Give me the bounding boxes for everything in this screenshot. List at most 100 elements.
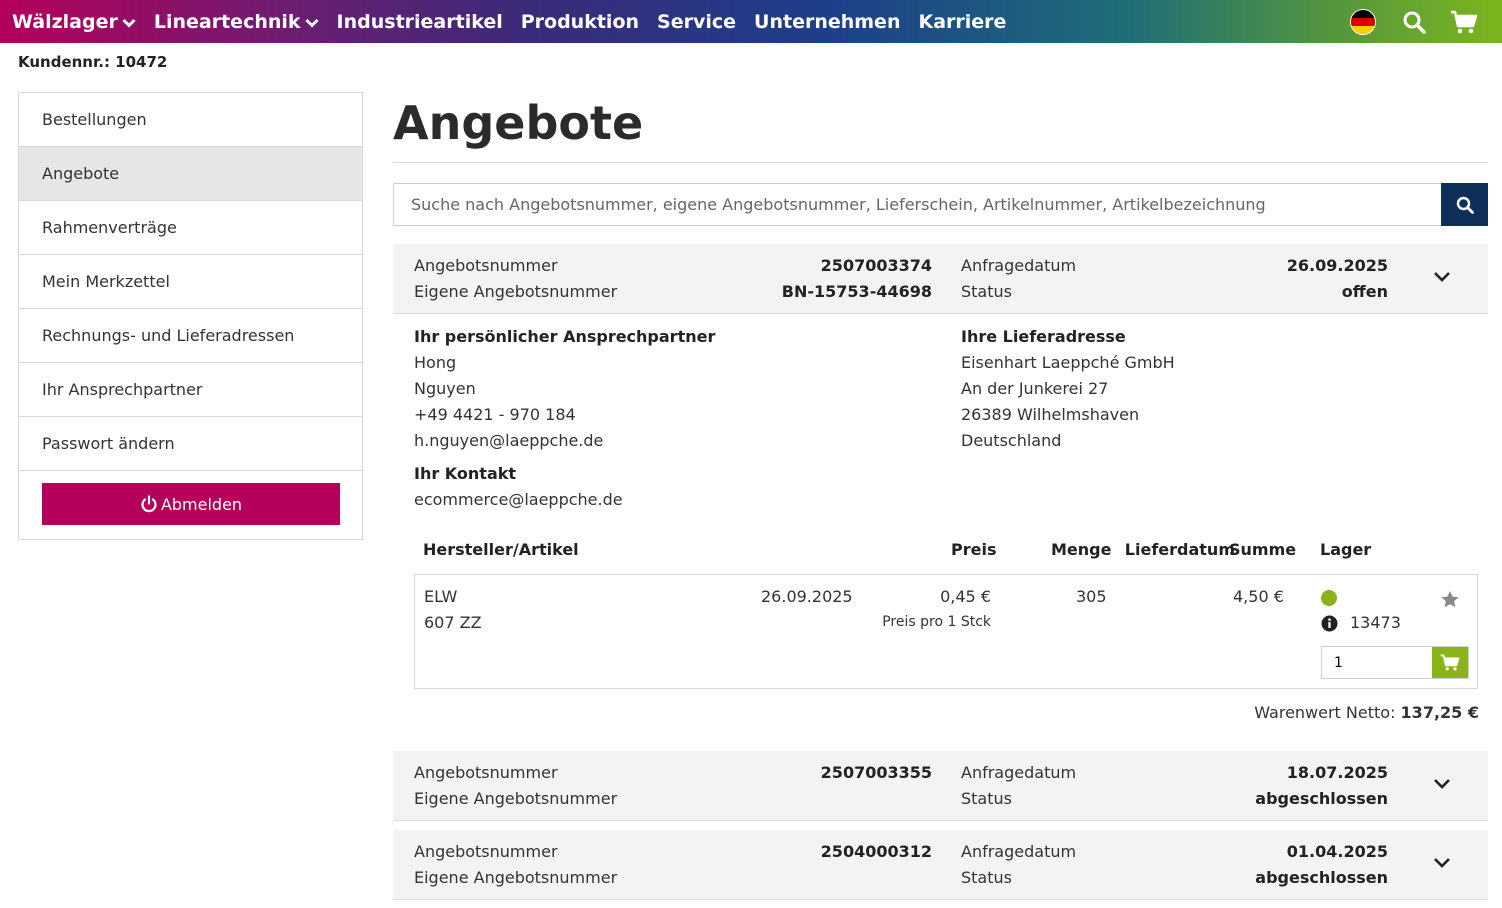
chevron-down-icon[interactable] — [1433, 268, 1451, 287]
search-icon — [1456, 196, 1474, 214]
account-sidebar: Bestellungen Angebote Rahmenverträge Mei… — [18, 92, 363, 540]
search-icon[interactable] — [1402, 10, 1426, 34]
offer-detail: Ihr persönlicher Ansprechpartner Hong Ng… — [393, 314, 1488, 751]
logout-button[interactable]: Abmelden — [42, 483, 340, 525]
kontakt-heading: Ihr Kontakt — [414, 464, 517, 483]
angebotsnummer-label: Angebotsnummer — [414, 842, 558, 861]
angebotsnummer-label: Angebotsnummer — [414, 256, 558, 275]
nav-waelzlager-label: Wälzlager — [12, 10, 118, 33]
status-label: Status — [961, 868, 1012, 887]
nav-unternehmen[interactable]: Unternehmen — [754, 11, 900, 33]
offer-header[interactable]: Angebotsnummer Eigene Angebotsnummer 250… — [393, 244, 1488, 314]
divider — [393, 162, 1488, 163]
address-city: 26389 Wilhelmshaven — [961, 405, 1140, 424]
offer-header[interactable]: Angebotsnummer Eigene Angebotsnummer 250… — [393, 751, 1488, 821]
star-icon[interactable] — [1440, 590, 1460, 613]
kontakt-email[interactable]: ecommerce@laeppche.de — [414, 490, 623, 509]
anfragedatum-value: 18.07.2025 — [1286, 763, 1388, 782]
netto-label: Warenwert Netto: — [1254, 703, 1396, 722]
status-label: Status — [961, 282, 1012, 301]
offer-header[interactable]: Angebotsnummer Eigene Angebotsnummer 250… — [393, 830, 1488, 900]
col-menge: Menge — [1051, 540, 1112, 559]
offer-card: Angebotsnummer Eigene Angebotsnummer 250… — [393, 751, 1488, 821]
chevron-down-icon[interactable] — [1433, 854, 1451, 873]
chevron-down-icon — [304, 11, 319, 33]
germany-flag-icon[interactable] — [1350, 8, 1376, 35]
col-summe: Summe — [1229, 540, 1297, 559]
row-preis: 0,45 € — [940, 587, 991, 606]
eigene-angebotsnummer-label: Eigene Angebotsnummer — [414, 868, 618, 887]
top-navigation: Wälzlager Lineartechnik Industrieartikel… — [0, 0, 1502, 43]
eigene-angebotsnummer-label: Eigene Angebotsnummer — [414, 282, 618, 301]
chevron-down-icon[interactable] — [1433, 775, 1451, 794]
sidebar-item-bestellungen[interactable]: Bestellungen — [19, 93, 362, 147]
nav-lineartechnik-label: Lineartechnik — [153, 10, 301, 33]
row-lieferdatum: 26.09.2025 — [761, 587, 853, 606]
angebotsnummer-value: 2504000312 — [820, 842, 932, 861]
sidebar-item-rahmenvertraege[interactable]: Rahmenverträge — [19, 201, 362, 255]
kontakt-block: Ihr Kontakt ecommerce@laeppche.de — [414, 461, 623, 513]
table-row: ELW 607 ZZ 26.09.2025 0,45 € Preis pro 1… — [414, 574, 1478, 689]
sidebar-item-adressen[interactable]: Rechnungs- und Lieferadressen — [19, 309, 362, 363]
nav-produktion[interactable]: Produktion — [521, 11, 639, 33]
nav-waelzlager[interactable]: Wälzlager — [12, 11, 136, 33]
add-to-cart-button[interactable] — [1432, 647, 1468, 678]
nav-service[interactable]: Service — [657, 11, 736, 33]
contact-email[interactable]: h.nguyen@laeppche.de — [414, 431, 603, 450]
anfragedatum-value: 26.09.2025 — [1286, 256, 1388, 275]
contact-heading: Ihr persönlicher Ansprechpartner — [414, 327, 716, 346]
row-hersteller: ELW — [424, 587, 458, 606]
col-preis: Preis — [951, 540, 997, 559]
address-heading: Ihre Lieferadresse — [961, 327, 1126, 346]
status-label: Status — [961, 789, 1012, 808]
search-input[interactable] — [394, 184, 1441, 225]
anfragedatum-value: 01.04.2025 — [1286, 842, 1388, 861]
address-street: An der Junkerei 27 — [961, 379, 1109, 398]
angebotsnummer-value: 2507003374 — [820, 256, 932, 275]
power-icon — [141, 495, 157, 513]
sidebar-item-passwort[interactable]: Passwort ändern — [19, 417, 362, 471]
col-lieferdatum: Lieferdatum — [1124, 540, 1235, 559]
anfragedatum-label: Anfragedatum — [961, 256, 1077, 275]
col-artikel: Hersteller/Artikel — [423, 540, 579, 559]
anfragedatum-label: Anfragedatum — [961, 842, 1077, 861]
stock-status-dot — [1321, 590, 1337, 606]
offer-card: Angebotsnummer Eigene Angebotsnummer 250… — [393, 830, 1488, 900]
eigene-angebotsnummer-value: BN-15753-44698 — [781, 282, 932, 301]
contact-last-name: Nguyen — [414, 379, 476, 398]
netto-total: Warenwert Netto: 137,25 € — [1254, 703, 1479, 722]
nav-industrieartikel[interactable]: Industrieartikel — [337, 11, 503, 33]
contact-first-name: Hong — [414, 353, 457, 372]
row-summe: 4,50 € — [1233, 587, 1284, 606]
search-bar — [393, 183, 1488, 226]
row-artikel[interactable]: 607 ZZ — [424, 613, 482, 632]
address-company: Eisenhart Laeppché GmbH — [961, 353, 1175, 372]
quantity-input[interactable] — [1322, 647, 1432, 678]
status-value: offen — [1341, 282, 1388, 301]
sidebar-item-merkzettel[interactable]: Mein Merkzettel — [19, 255, 362, 309]
row-preis-einheit: Preis pro 1 Stck — [882, 614, 991, 630]
eigene-angebotsnummer-label: Eigene Angebotsnummer — [414, 789, 618, 808]
contact-phone[interactable]: +49 4421 - 970 184 — [414, 405, 576, 424]
logout-label: Abmelden — [160, 494, 243, 514]
cart-icon[interactable] — [1450, 10, 1478, 34]
search-button[interactable] — [1441, 183, 1488, 226]
table-header: Hersteller/Artikel Lieferdatum Preis Men… — [414, 540, 1478, 570]
nav-karriere[interactable]: Karriere — [918, 11, 1006, 33]
col-lager: Lager — [1320, 540, 1372, 559]
sidebar-item-ansprechpartner[interactable]: Ihr Ansprechpartner — [19, 363, 362, 417]
sidebar-item-angebote[interactable]: Angebote — [19, 147, 362, 201]
page-title: Angebote — [393, 96, 644, 150]
chevron-down-icon — [122, 11, 136, 33]
nav-lineartechnik[interactable]: Lineartechnik — [154, 11, 319, 33]
customer-number: Kundennr.: 10472 — [18, 53, 168, 71]
contact-block: Ihr persönlicher Ansprechpartner Hong Ng… — [414, 324, 715, 454]
offer-card: Angebotsnummer Eigene Angebotsnummer 250… — [393, 244, 1488, 751]
cart-icon — [1440, 654, 1460, 671]
angebotsnummer-value: 2507003355 — [820, 763, 932, 782]
angebotsnummer-label: Angebotsnummer — [414, 763, 558, 782]
nav-actions — [1350, 0, 1502, 43]
status-value: abgeschlossen — [1255, 868, 1388, 887]
info-icon[interactable] — [1321, 615, 1338, 636]
quantity-field — [1321, 646, 1469, 679]
